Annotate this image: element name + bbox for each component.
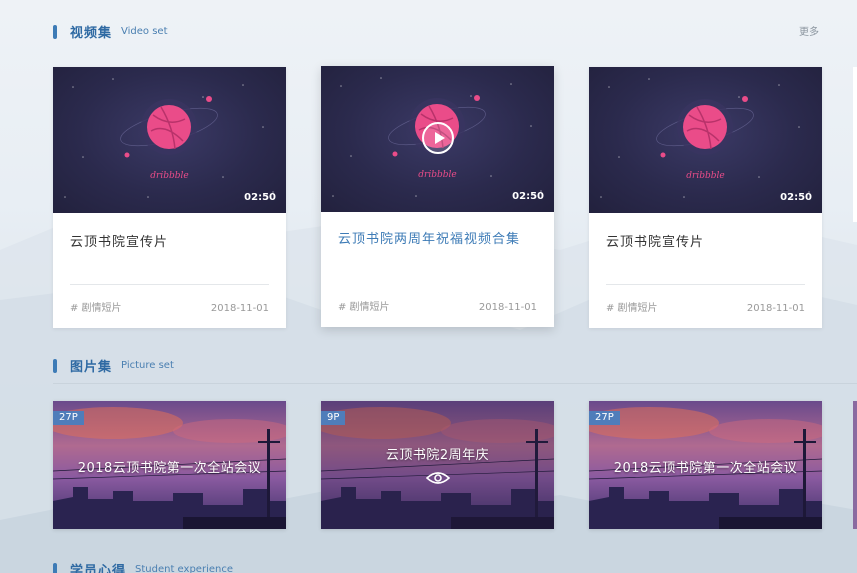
- next-card-edge: [853, 401, 857, 529]
- video-date: 2018-11-01: [210, 303, 269, 314]
- brand-text: dribbble: [686, 171, 725, 181]
- video-thumbnail[interactable]: dribbble 02:50: [589, 67, 822, 213]
- video-duration: 02:50: [244, 192, 276, 203]
- more-link[interactable]: 更多: [799, 23, 819, 38]
- section-title-zh: 视频集: [70, 26, 113, 41]
- sunset-city-art: [321, 401, 554, 529]
- section-title-en: Picture set: [121, 360, 174, 371]
- section-title-zh: 图片集: [70, 360, 113, 375]
- photo-count-badge: 9P: [321, 411, 346, 425]
- section-bar: [53, 562, 57, 573]
- video-title[interactable]: 云顶书院宣传片: [606, 231, 704, 250]
- section-header-student: 学员心得 Student experience: [53, 560, 233, 573]
- eye-icon[interactable]: [426, 471, 450, 485]
- divider: [70, 284, 269, 285]
- photo-count-badge: 27P: [589, 411, 620, 425]
- section-title-en: Video set: [121, 26, 168, 37]
- video-title[interactable]: 云顶书院宣传片: [70, 231, 168, 250]
- video-card[interactable]: dribbble 02:50 云顶书院宣传片 # 剧情短片 2018-11-01: [53, 67, 286, 328]
- section-bar: [53, 24, 57, 39]
- section-bar: [53, 358, 57, 373]
- section-header-video: 视频集 Video set: [53, 22, 168, 41]
- video-tag: # 剧情短片: [338, 302, 390, 313]
- picture-card[interactable]: 27P 2018云顶书院第一次全站会议: [589, 401, 822, 529]
- video-date: 2018-11-01: [478, 302, 537, 313]
- album-title[interactable]: 2018云顶书院第一次全站会议: [589, 457, 822, 476]
- section-title-zh: 学员心得: [70, 564, 127, 573]
- video-duration: 02:50: [780, 192, 812, 203]
- video-tag: # 剧情短片: [70, 303, 122, 314]
- video-tag: # 剧情短片: [606, 303, 658, 314]
- divider: [606, 284, 805, 285]
- video-date: 2018-11-01: [746, 303, 805, 314]
- video-thumbnail[interactable]: dribbble 02:50: [53, 67, 286, 213]
- brand-text: dribbble: [418, 170, 457, 180]
- brand-text: dribbble: [150, 171, 189, 181]
- album-title[interactable]: 云顶书院2周年庆: [321, 444, 554, 463]
- section-title-en: Student experience: [135, 564, 233, 573]
- picture-card[interactable]: 9P 云顶书院2周年庆: [321, 401, 554, 529]
- section-divider: [53, 383, 857, 384]
- album-title[interactable]: 2018云顶书院第一次全站会议: [53, 457, 286, 476]
- section-header-picture: 图片集 Picture set: [53, 356, 174, 375]
- video-thumbnail[interactable]: dribbble 02:50: [321, 66, 554, 212]
- picture-card[interactable]: 27P 2018云顶书院第一次全站会议: [53, 401, 286, 529]
- video-title[interactable]: 云顶书院两周年祝福视频合集: [338, 228, 520, 247]
- play-icon[interactable]: [422, 122, 454, 154]
- video-card[interactable]: dribbble 02:50 云顶书院两周年祝福视频合集 # 剧情短片 2018…: [321, 66, 554, 327]
- video-duration: 02:50: [512, 191, 544, 202]
- next-card-edge: [853, 67, 857, 222]
- video-card[interactable]: dribbble 02:50 云顶书院宣传片 # 剧情短片 2018-11-01: [589, 67, 822, 328]
- photo-count-badge: 27P: [53, 411, 84, 425]
